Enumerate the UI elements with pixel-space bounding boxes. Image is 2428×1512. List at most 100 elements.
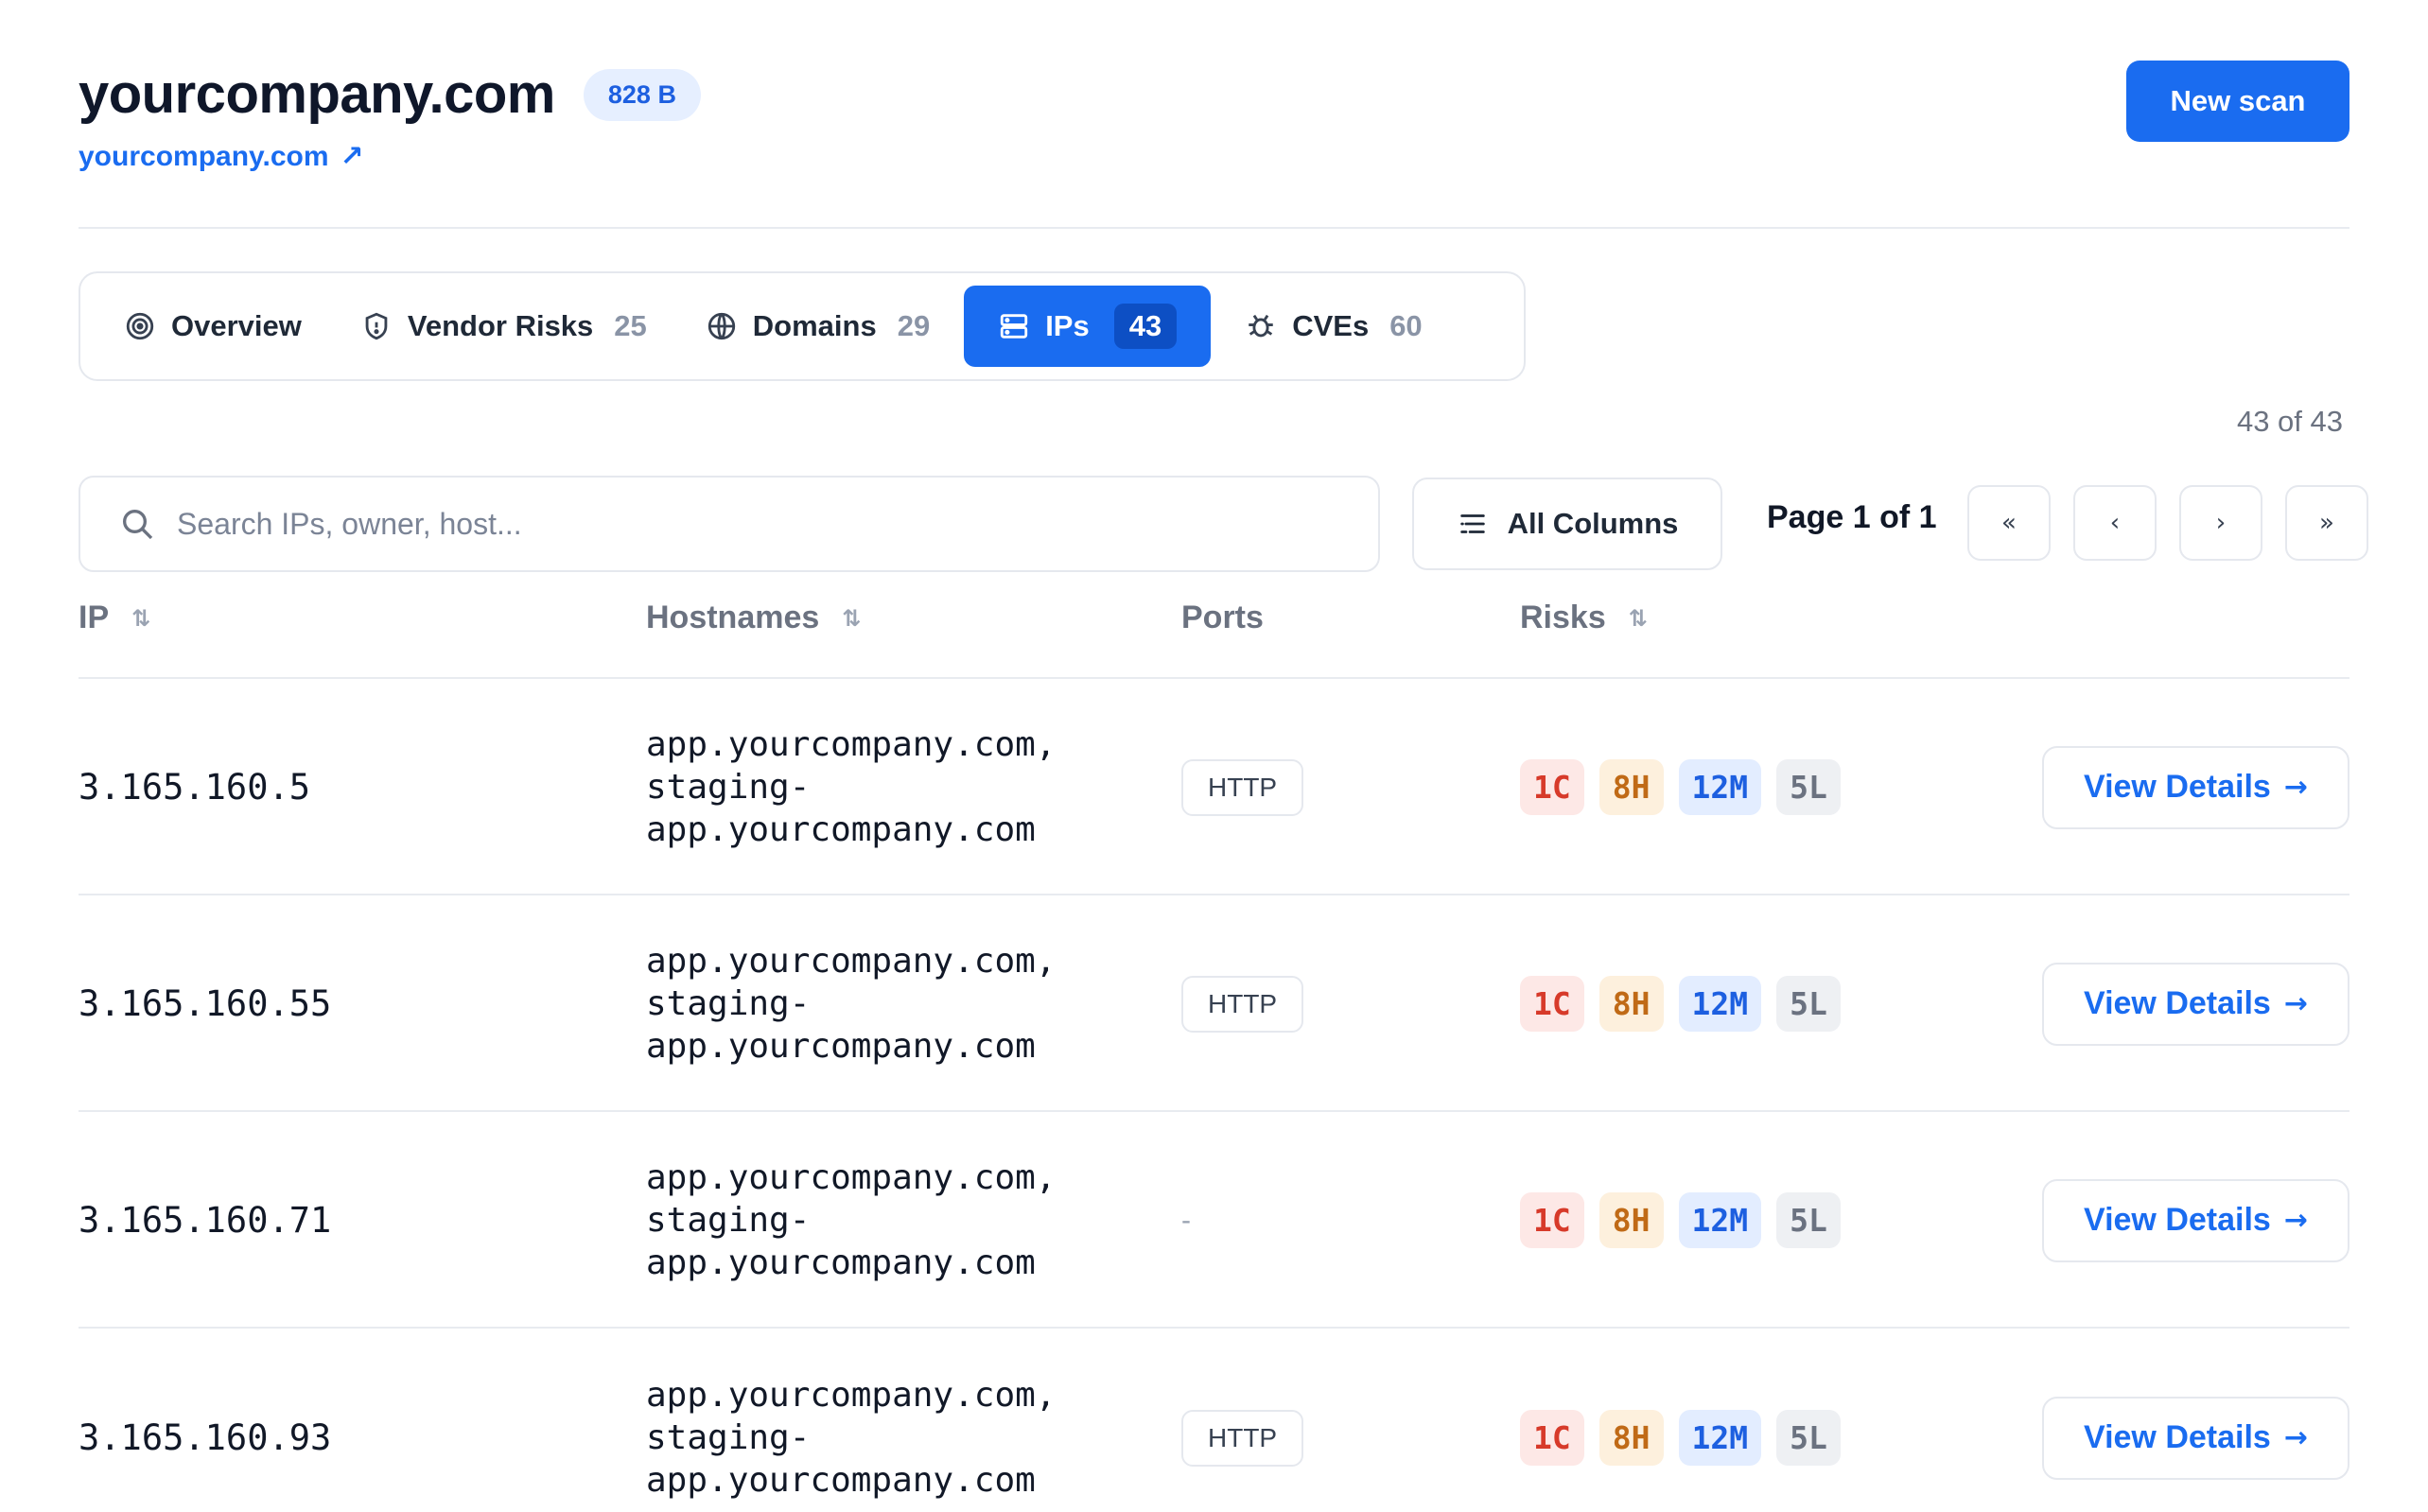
page-header: yourcompany.com 828 B yourcompany.com ↗ … bbox=[79, 55, 2349, 187]
hostname-line: app.yourcompany.com, bbox=[646, 725, 1057, 764]
view-details-button[interactable]: View Details → bbox=[2042, 962, 2349, 1046]
risk-high-badge: 8H bbox=[1598, 976, 1664, 1032]
risk-high-badge: 8H bbox=[1598, 1192, 1664, 1248]
hostname-line: app.yourcompany.com, bbox=[646, 942, 1057, 981]
risk-high-badge: 8H bbox=[1598, 1410, 1664, 1466]
risk-critical-badge: 1C bbox=[1520, 1410, 1584, 1466]
search-input[interactable] bbox=[177, 506, 1312, 542]
actions-cell: View Details → bbox=[2042, 897, 2349, 1110]
column-label: Risks bbox=[1520, 600, 1606, 635]
hostname-line: app.yourcompany.com bbox=[646, 1243, 1036, 1282]
result-count: 43 of 43 bbox=[2236, 405, 2343, 438]
tab-count: 25 bbox=[614, 309, 647, 342]
header-divider bbox=[79, 227, 2349, 229]
ports-cell: HTTP bbox=[1181, 1330, 1304, 1512]
all-columns-label: All Columns bbox=[1507, 507, 1679, 540]
new-scan-button[interactable]: New scan bbox=[2126, 61, 2349, 142]
tab-label: Domains bbox=[752, 309, 877, 342]
risks-cell: 1C 8H 12M 5L bbox=[1520, 681, 1856, 894]
risk-critical-badge: 1C bbox=[1520, 1192, 1584, 1248]
size-badge: 828 B bbox=[583, 68, 701, 121]
search-box[interactable] bbox=[79, 476, 1380, 572]
column-header-hostnames[interactable]: Hostnames ⇅ bbox=[646, 600, 861, 636]
view-details-label: View Details bbox=[2084, 985, 2271, 1021]
column-header-ip[interactable]: IP ⇅ bbox=[79, 600, 150, 636]
risk-medium-badge: 12M bbox=[1678, 976, 1762, 1032]
arrow-right-icon: → bbox=[2283, 771, 2308, 804]
sort-icon: ⇅ bbox=[842, 604, 862, 632]
table-row: 3.165.160.93 app.yourcompany.com, stagin… bbox=[79, 1330, 2349, 1512]
hostname-line: staging- bbox=[646, 1201, 811, 1240]
hostname-line: staging- bbox=[646, 768, 811, 807]
tab-label: Vendor Risks bbox=[407, 309, 594, 342]
ip-cell: 3.165.160.55 bbox=[79, 983, 332, 1024]
tab-count: 43 bbox=[1113, 304, 1178, 349]
view-details-button[interactable]: View Details → bbox=[2042, 1178, 2349, 1262]
hostnames-cell: app.yourcompany.com, staging- app.yourco… bbox=[646, 897, 1056, 1110]
ports-cell: - bbox=[1181, 1114, 1191, 1327]
tab-label: Overview bbox=[171, 309, 302, 342]
port-empty: - bbox=[1181, 1204, 1191, 1236]
risk-low-badge: 5L bbox=[1776, 1192, 1841, 1248]
risks-cell: 1C 8H 12M 5L bbox=[1520, 897, 1856, 1110]
arrow-right-icon: → bbox=[2283, 987, 2308, 1020]
tab-domains[interactable]: Domains 29 bbox=[681, 286, 954, 367]
tab-count: 60 bbox=[1389, 309, 1423, 342]
arrow-right-icon: → bbox=[2283, 1421, 2308, 1454]
first-page-button[interactable]: « bbox=[1967, 485, 2051, 561]
column-header-ports: Ports bbox=[1181, 600, 1264, 636]
hostname-line: app.yourcompany.com bbox=[646, 1027, 1036, 1066]
tab-bar: Overview Vendor Risks 25 Domains 29 IPs … bbox=[79, 271, 1526, 381]
tab-count: 29 bbox=[897, 309, 931, 342]
filter-lines-icon bbox=[1457, 508, 1489, 540]
ip-cell: 3.165.160.71 bbox=[79, 1200, 332, 1241]
prev-page-button[interactable]: ‹ bbox=[2073, 485, 2157, 561]
tab-cves[interactable]: CVEs 60 bbox=[1220, 286, 1446, 367]
site-link[interactable]: yourcompany.com ↗ bbox=[79, 140, 364, 173]
page-title: yourcompany.com bbox=[79, 63, 555, 125]
table-row: 3.165.160.71 app.yourcompany.com, stagin… bbox=[79, 1114, 2349, 1329]
tab-ips[interactable]: IPs 43 bbox=[964, 286, 1212, 367]
hostname-line: app.yourcompany.com bbox=[646, 810, 1036, 849]
sort-icon: ⇅ bbox=[131, 604, 151, 632]
risk-medium-badge: 12M bbox=[1678, 1192, 1762, 1248]
hostname-line: staging- bbox=[646, 1418, 811, 1457]
hostname-line: staging- bbox=[646, 984, 811, 1023]
ports-cell: HTTP bbox=[1181, 897, 1304, 1110]
column-header-risks[interactable]: Risks ⇅ bbox=[1520, 600, 1648, 636]
tab-label: CVEs bbox=[1292, 309, 1370, 342]
table-header: IP ⇅ Hostnames ⇅ Ports Risks ⇅ bbox=[79, 594, 2349, 679]
hostnames-cell: app.yourcompany.com, staging- app.yourco… bbox=[646, 1330, 1056, 1512]
view-details-label: View Details bbox=[2084, 769, 2271, 805]
shield-icon bbox=[360, 310, 393, 342]
sort-icon: ⇅ bbox=[1628, 604, 1648, 632]
ip-cell: 3.165.160.93 bbox=[79, 1417, 332, 1458]
risk-low-badge: 5L bbox=[1776, 1410, 1841, 1466]
tab-vendor-risks[interactable]: Vendor Risks 25 bbox=[336, 286, 672, 367]
actions-cell: View Details → bbox=[2042, 1114, 2349, 1327]
all-columns-button[interactable]: All Columns bbox=[1412, 478, 1722, 570]
hostnames-cell: app.yourcompany.com, staging- app.yourco… bbox=[646, 681, 1056, 894]
hostname-line: app.yourcompany.com, bbox=[646, 1376, 1057, 1415]
page-indicator: Page 1 of 1 bbox=[1767, 499, 1937, 535]
view-details-button[interactable]: View Details → bbox=[2042, 1396, 2349, 1480]
risks-cell: 1C 8H 12M 5L bbox=[1520, 1114, 1856, 1327]
table-row: 3.165.160.55 app.yourcompany.com, stagin… bbox=[79, 897, 2349, 1112]
view-details-button[interactable]: View Details → bbox=[2042, 745, 2349, 829]
tab-overview[interactable]: Overview bbox=[99, 286, 326, 367]
ports-cell: HTTP bbox=[1181, 681, 1304, 894]
risk-medium-badge: 12M bbox=[1678, 1410, 1762, 1466]
hostname-line: app.yourcompany.com bbox=[646, 1461, 1036, 1500]
hostname-line: app.yourcompany.com, bbox=[646, 1158, 1057, 1197]
risks-cell: 1C 8H 12M 5L bbox=[1520, 1330, 1856, 1512]
risk-critical-badge: 1C bbox=[1520, 759, 1584, 815]
risk-medium-badge: 12M bbox=[1678, 759, 1762, 815]
next-page-button[interactable]: › bbox=[2179, 485, 2262, 561]
risk-low-badge: 5L bbox=[1776, 759, 1841, 815]
column-label: IP bbox=[79, 600, 110, 635]
column-label: Hostnames bbox=[646, 600, 820, 635]
last-page-button[interactable]: » bbox=[2285, 485, 2368, 561]
bug-icon bbox=[1245, 310, 1277, 342]
hostnames-cell: app.yourcompany.com, staging- app.yourco… bbox=[646, 1114, 1056, 1327]
site-link-label: yourcompany.com bbox=[79, 140, 329, 172]
